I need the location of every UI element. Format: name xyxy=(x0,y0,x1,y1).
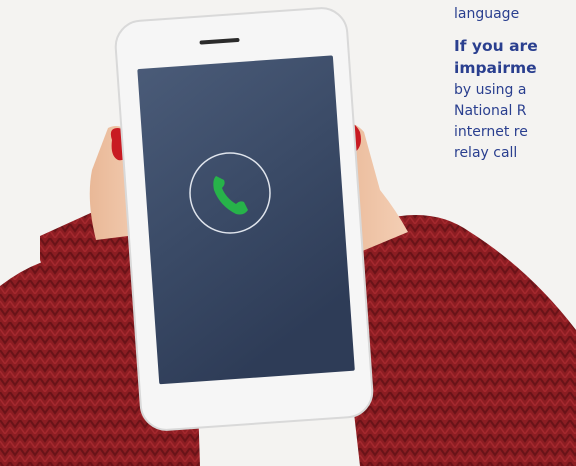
text-line-7: relay call xyxy=(454,145,518,161)
text-line-4: by using a xyxy=(454,82,527,98)
text-line-2: If you are xyxy=(454,37,538,55)
phone-screen xyxy=(137,55,355,385)
text-line-3: impairme xyxy=(454,59,537,77)
smartphone xyxy=(114,7,374,431)
text-line-1: language xyxy=(454,6,520,22)
instructions-text-column: language If you are impairme by using a … xyxy=(454,0,576,300)
text-line-5: National R xyxy=(454,103,527,119)
text-line-6: internet re xyxy=(454,124,528,140)
